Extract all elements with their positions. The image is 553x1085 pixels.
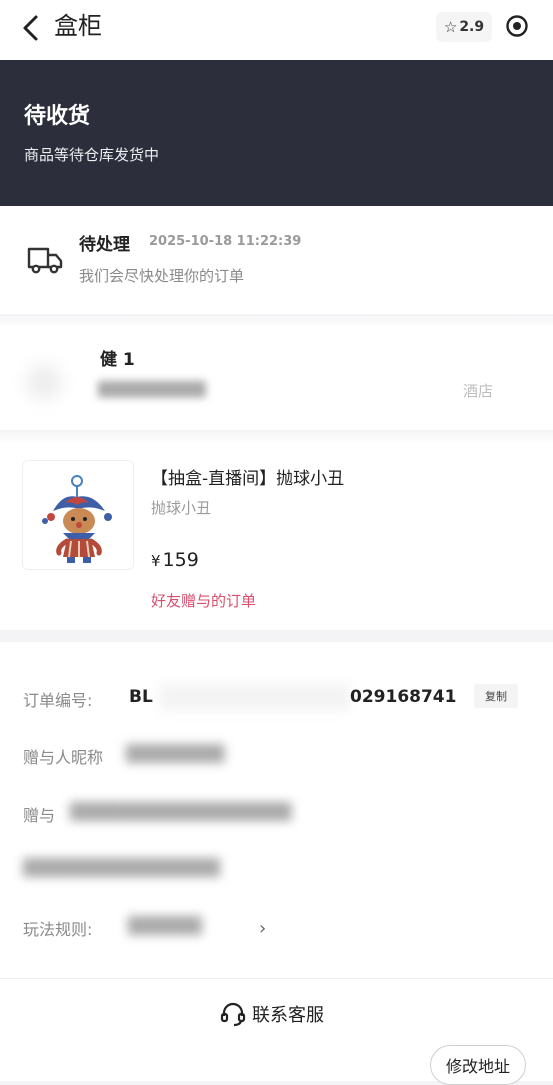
score-badge[interactable]: ☆ 2.9	[436, 12, 492, 42]
process-title: 待处理	[79, 235, 130, 255]
order-number-prefix: BL	[129, 687, 153, 707]
page-title: 盒柜	[54, 12, 102, 40]
order-status-banner: 待收货 商品等待仓库发货中	[0, 60, 553, 206]
modify-address-button[interactable]: 修改地址	[430, 1045, 526, 1085]
product-image[interactable]	[22, 460, 134, 570]
top-nav-bar: 盒柜 ☆ 2.9	[0, 0, 553, 60]
giver-label: 赠与	[23, 806, 56, 825]
copy-button[interactable]: 复制	[474, 684, 518, 708]
order-number-redacted	[160, 684, 350, 710]
divider	[0, 430, 553, 444]
chevron-left-icon[interactable]	[20, 13, 42, 43]
product-title[interactable]: 【抽盒-直播间】抛球小丑	[151, 464, 344, 489]
product-card[interactable]: 【抽盒-直播间】抛球小丑 抛球小丑 ¥159 好友赠与的订单	[0, 444, 553, 630]
giver-nickname-label: 赠与人昵称	[23, 748, 104, 767]
currency-symbol: ¥	[151, 552, 161, 570]
rules-label: 玩法规则:	[23, 920, 93, 939]
product-subtitle: 抛球小丑	[151, 499, 212, 517]
order-number-label: 订单编号:	[23, 691, 93, 710]
order-info-card: 订单编号: BL 029168741 复制 赠与人昵称 ████████ 赠与 …	[0, 642, 553, 978]
location-pin-icon	[26, 364, 62, 400]
price-value: 159	[162, 549, 199, 571]
status-subtitle: 商品等待仓库发货中	[24, 146, 160, 164]
rules-link[interactable]: ██████	[128, 916, 202, 935]
process-description: 我们会尽快处理你的订单	[79, 267, 245, 285]
address-card[interactable]: 健 1 ██████████ 酒店	[0, 326, 553, 436]
headset-icon	[220, 1002, 246, 1027]
giver-value-redacted: ██████████████████	[70, 802, 292, 821]
order-number-suffix: 029168741	[350, 687, 457, 707]
contact-service-button[interactable]: 联系客服	[220, 1001, 324, 1027]
star-outline-icon: ☆	[443, 18, 458, 36]
chevron-right-icon[interactable]: ›	[259, 918, 266, 939]
redacted-row: ████████████████	[23, 858, 220, 877]
process-time: 2025-10-18 11:22:39	[149, 234, 302, 249]
contact-service-label: 联系客服	[252, 1005, 324, 1026]
address-line-blurred: ██████████	[98, 382, 206, 398]
status-title: 待收货	[24, 104, 91, 129]
address-store: 酒店	[463, 382, 494, 400]
clown-figure-image	[42, 475, 112, 563]
bottom-action-bar: 联系客服 修改地址	[0, 978, 553, 1085]
target-icon[interactable]	[505, 14, 529, 38]
recipient-name: 健 1	[100, 350, 135, 370]
gift-order-note: 好友赠与的订单	[151, 592, 257, 610]
score-value: 2.9	[459, 19, 485, 35]
product-price: ¥159	[151, 549, 199, 571]
giver-nickname-redacted: ████████	[126, 744, 225, 763]
truck-icon	[27, 247, 63, 274]
process-card: 待处理 2025-10-18 11:22:39 我们会尽快处理你的订单	[0, 206, 553, 318]
